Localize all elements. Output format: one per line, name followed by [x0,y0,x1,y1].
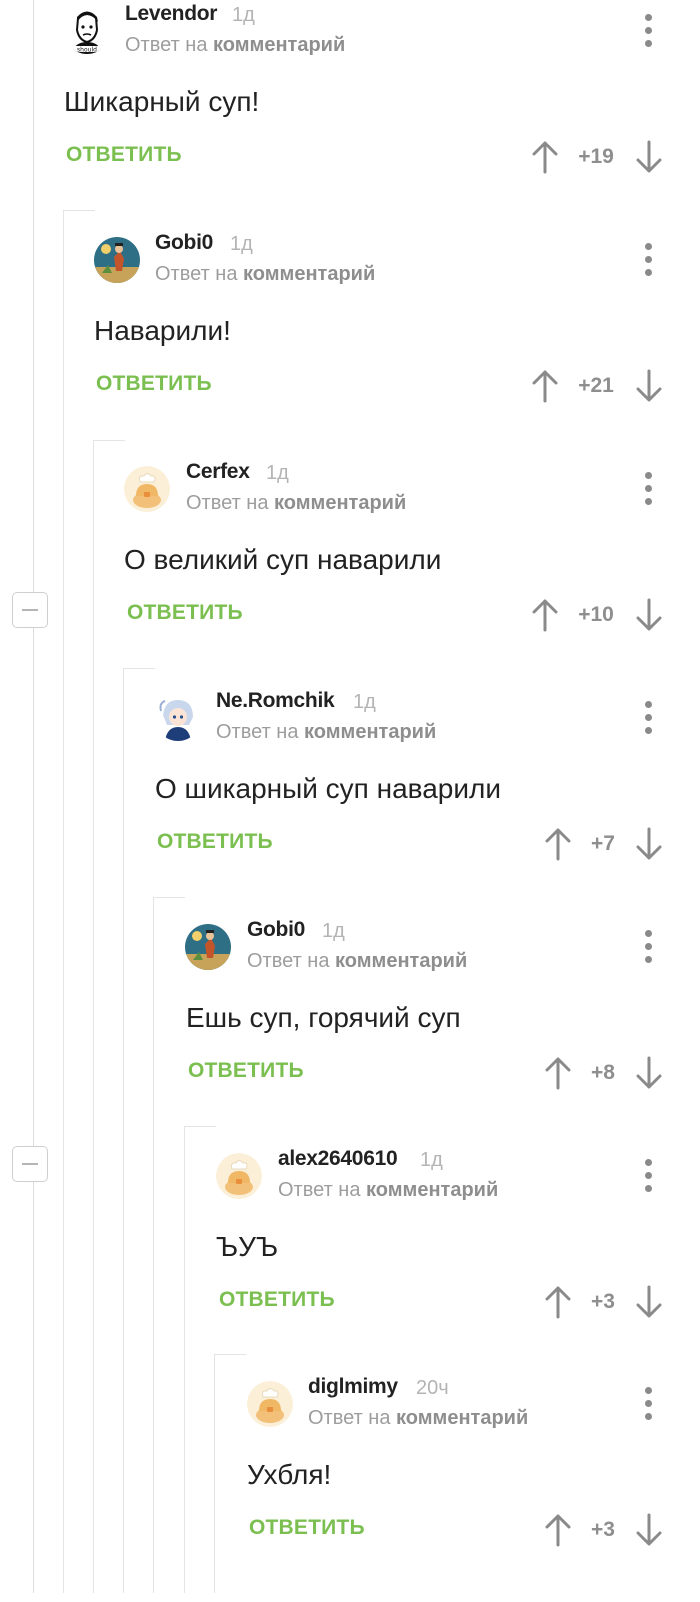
more-options-icon[interactable] [640,243,658,277]
reply-to-label: Ответ на комментарий [155,263,376,285]
reply-to-label: Ответ на комментарий [278,1179,499,1201]
username-link[interactable]: diglmimy [308,1375,398,1399]
reply-to-label: Ответ на комментарий [216,721,437,743]
upvote-arrow-icon[interactable] [545,1285,571,1319]
more-options-icon[interactable] [640,930,658,964]
vote-score: +3 [591,1518,615,1541]
default-chef-avatar[interactable] [247,1381,293,1427]
comment-time: 1д [230,233,253,255]
more-options-icon[interactable] [640,472,658,506]
downvote-arrow-icon[interactable] [636,598,662,632]
default-chef-avatar[interactable] [216,1153,262,1199]
comment-time: 1д [420,1149,443,1171]
vote-score: +19 [578,145,614,168]
comment-time: 1д [322,920,345,942]
gobi-avatar[interactable] [185,924,231,970]
comment-text: Ешь суп, горячий суп [186,1002,461,1033]
reply-to-label: Ответ на комментарий [186,492,407,514]
comment: Cerfex 1д Ответ на комментарий О великий… [0,458,700,687]
comment: Gobi0 1д Ответ на комментарий Наварили! … [0,229,700,458]
downvote-arrow-icon[interactable] [636,827,662,861]
upvote-arrow-icon[interactable] [532,598,558,632]
username-link[interactable]: Cerfex [186,460,250,484]
comment: alex2640610 1д Ответ на комментарий ЪУЪ … [0,1145,700,1374]
upvote-arrow-icon[interactable] [545,1513,571,1547]
username-link[interactable]: Gobi0 [155,231,213,255]
parent-comment-link[interactable]: комментарий [274,492,406,514]
comment-text: Ухбля! [247,1459,332,1490]
levendor-avatar[interactable]: should [64,8,110,54]
reply-button[interactable]: ОТВЕТИТЬ [188,1059,304,1083]
more-options-icon[interactable] [640,701,658,735]
reply-button[interactable]: ОТВЕТИТЬ [96,372,212,396]
parent-comment-link[interactable]: комментарий [396,1407,528,1429]
upvote-arrow-icon[interactable] [532,369,558,403]
parent-comment-link[interactable]: комментарий [304,721,436,743]
reply-button[interactable]: ОТВЕТИТЬ [66,143,182,167]
reply-button[interactable]: ОТВЕТИТЬ [219,1288,335,1312]
comment-text: Наварили! [94,315,231,346]
comment-time: 1д [232,4,255,26]
more-options-icon[interactable] [640,14,658,48]
reply-button[interactable]: ОТВЕТИТЬ [127,601,243,625]
parent-comment-link[interactable]: комментарий [335,950,467,972]
comment-time: 1д [353,691,376,713]
comment-text: О великий суп наварили [124,544,442,575]
comment-text: ЪУЪ [216,1231,279,1262]
downvote-arrow-icon[interactable] [636,1285,662,1319]
reply-to-label: Ответ на комментарий [247,950,468,972]
upvote-arrow-icon[interactable] [545,827,571,861]
comment-time: 20ч [416,1377,449,1399]
upvote-arrow-icon[interactable] [545,1056,571,1090]
comment: Ne.Romchik 1д Ответ на комментарий О шик… [0,687,700,916]
vote-score: +3 [591,1290,615,1313]
more-options-icon[interactable] [640,1387,658,1421]
username-link[interactable]: Levendor [125,2,217,26]
downvote-arrow-icon[interactable] [636,1056,662,1090]
svg-text:should: should [77,47,97,54]
parent-comment-link[interactable]: комментарий [243,263,375,285]
vote-score: +21 [578,374,614,397]
anime-avatar[interactable] [155,695,201,741]
username-link[interactable]: alex2640610 [278,1147,398,1171]
vote-score: +7 [591,832,615,855]
comment-time: 1д [266,462,289,484]
more-options-icon[interactable] [640,1159,658,1193]
gobi-avatar[interactable] [94,237,140,283]
vote-score: +8 [591,1061,615,1084]
comment: should Levendor 1д Ответ на комментарий … [0,0,700,229]
reply-to-label: Ответ на комментарий [125,34,346,56]
reply-to-label: Ответ на комментарий [308,1407,529,1429]
comment: Gobi0 1д Ответ на комментарий Ешь суп, г… [0,916,700,1145]
parent-comment-link[interactable]: комментарий [366,1179,498,1201]
comment: diglmimy 20ч Ответ на комментарий Ухбля!… [0,1373,700,1602]
comment-text: О шикарный суп наварили [155,773,501,804]
comment-text: Шикарный суп! [64,86,260,117]
reply-button[interactable]: ОТВЕТИТЬ [157,830,273,854]
downvote-arrow-icon[interactable] [636,369,662,403]
upvote-arrow-icon[interactable] [532,140,558,174]
reply-button[interactable]: ОТВЕТИТЬ [249,1516,365,1540]
default-chef-avatar[interactable] [124,466,170,512]
username-link[interactable]: Ne.Romchik [216,689,335,713]
downvote-arrow-icon[interactable] [636,140,662,174]
username-link[interactable]: Gobi0 [247,918,305,942]
vote-score: +10 [578,603,614,626]
parent-comment-link[interactable]: комментарий [213,34,345,56]
downvote-arrow-icon[interactable] [636,1513,662,1547]
